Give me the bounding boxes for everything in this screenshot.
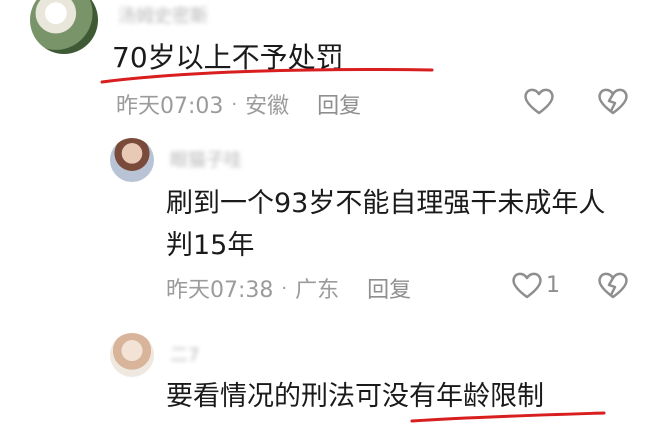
comment-location: 广东 — [295, 278, 340, 303]
comment-meta: 昨天07:38 · 广东 回复 — [166, 272, 411, 304]
comment-time: 昨天07:03 — [116, 94, 224, 119]
heart-outline-icon — [512, 272, 542, 299]
comment-location: 安徽 — [245, 94, 290, 119]
like-count: 1 — [546, 272, 560, 298]
meta-separator: · — [281, 277, 288, 299]
like-button[interactable] — [522, 84, 558, 118]
comment-text: 要看情况的刑法可没有年龄限制 — [166, 381, 544, 412]
avatar[interactable] — [110, 138, 154, 182]
dislike-button[interactable] — [596, 268, 630, 302]
reply-item: 眼猫子哇 刷到一个93岁不能自理强干未成年人 判15年 昨天07:38 · 广东… — [0, 130, 671, 310]
comment-item: 汤姆史密斯 70岁以上不予处罚 昨天07:03 · 安徽 回复 — [0, 0, 671, 130]
comment-text-line: 刷到一个93岁不能自理强干未成年人 — [166, 188, 606, 219]
comment-time: 昨天07:38 — [166, 278, 274, 303]
like-button[interactable]: 1 — [510, 268, 560, 302]
reply-button[interactable]: 回复 — [317, 88, 361, 120]
reply-button[interactable]: 回复 — [367, 272, 411, 304]
comment-text: 70岁以上不予处罚 — [112, 41, 344, 74]
comment-meta: 昨天07:03 · 安徽 回复 — [116, 88, 361, 120]
dislike-button[interactable] — [596, 84, 630, 118]
broken-heart-icon — [598, 272, 628, 299]
username[interactable]: 眼猫子哇 — [170, 146, 242, 172]
comment-thread: 汤姆史密斯 70岁以上不予处罚 昨天07:03 · 安徽 回复 眼猫子哇 刷到一 — [0, 0, 671, 423]
broken-heart-icon — [598, 88, 628, 115]
meta-separator: · — [231, 93, 238, 115]
username[interactable]: 二7 — [170, 341, 199, 367]
comment-text-line: 判15年 — [166, 230, 255, 261]
avatar[interactable] — [110, 333, 154, 377]
reply-item: 二7 要看情况的刑法可没有年龄限制 — [0, 325, 671, 423]
heart-outline-icon — [524, 88, 554, 115]
username[interactable]: 汤姆史密斯 — [118, 2, 208, 28]
avatar[interactable] — [30, 0, 98, 54]
